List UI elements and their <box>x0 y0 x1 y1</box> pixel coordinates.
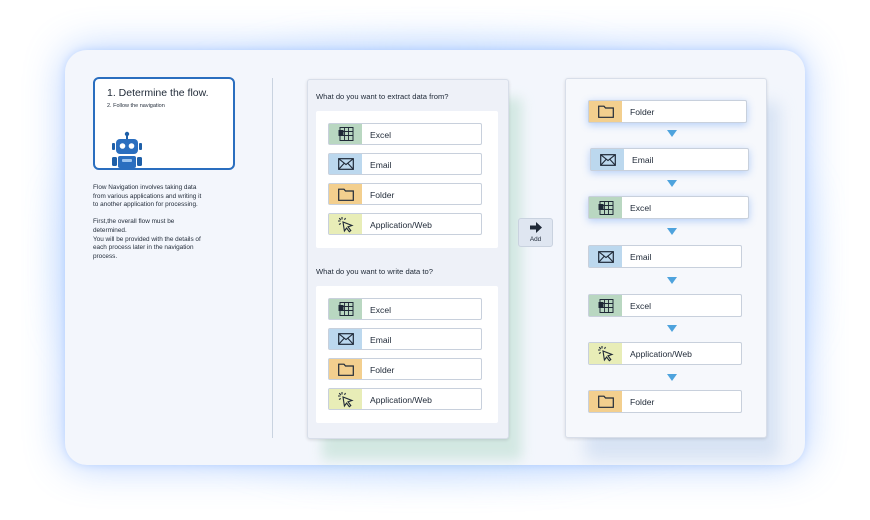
option-label: Email <box>370 160 392 170</box>
extract-question: What do you want to extract data from? <box>316 92 449 101</box>
cursor-click-icon <box>589 343 622 364</box>
folder-icon <box>589 391 622 412</box>
folder-icon <box>329 359 362 379</box>
arrow-right-icon <box>530 222 542 233</box>
write-option-folder[interactable]: Folder <box>328 358 482 380</box>
folder-icon <box>329 184 362 204</box>
option-label: Application/Web <box>370 395 432 405</box>
excel-icon <box>589 295 622 316</box>
flow-step-excel[interactable]: Excel <box>588 196 749 219</box>
extract-option-excel[interactable]: Excel <box>328 123 482 145</box>
flow-step-folder-2[interactable]: Folder <box>588 390 742 413</box>
flow-arrow-down <box>667 374 677 381</box>
option-label: Application/Web <box>370 220 432 230</box>
flow-arrow-down <box>667 180 677 187</box>
extract-option-application-web[interactable]: Application/Web <box>328 213 482 235</box>
option-label: Excel <box>370 130 392 140</box>
flow-step-label: Application/Web <box>630 349 692 359</box>
add-button[interactable]: Add <box>518 218 553 247</box>
flow-arrow-down <box>667 228 677 235</box>
extract-option-folder[interactable]: Folder <box>328 183 482 205</box>
option-label: Email <box>370 335 392 345</box>
excel-icon <box>329 124 362 144</box>
robot-icon <box>112 131 142 168</box>
email-icon <box>589 246 622 267</box>
cursor-click-icon <box>329 214 362 234</box>
flow-step-folder[interactable]: Folder <box>588 100 747 123</box>
option-label: Folder <box>370 365 395 375</box>
email-icon <box>329 154 362 174</box>
cursor-click-icon <box>329 389 362 409</box>
flow-step-label: Folder <box>630 397 655 407</box>
email-icon <box>329 329 362 349</box>
flow-step-email-2[interactable]: Email <box>588 245 742 268</box>
flow-step-label: Excel <box>630 203 652 213</box>
extract-option-email[interactable]: Email <box>328 153 482 175</box>
write-option-application-web[interactable]: Application/Web <box>328 388 482 410</box>
flow-arrow-down <box>667 277 677 284</box>
write-option-email[interactable]: Email <box>328 328 482 350</box>
flow-step-label: Email <box>630 252 652 262</box>
vertical-divider <box>272 78 273 438</box>
flow-step-label: Folder <box>630 107 655 117</box>
flow-step-application-web[interactable]: Application/Web <box>588 342 742 365</box>
flow-arrow-down <box>667 130 677 137</box>
flow-step-email[interactable]: Email <box>590 148 749 171</box>
flow-step-label: Email <box>632 155 654 165</box>
excel-icon <box>589 197 622 218</box>
write-question: What do you want to write data to? <box>316 267 433 276</box>
add-button-label: Add <box>529 236 542 243</box>
flow-step-label: Excel <box>630 301 652 311</box>
option-label: Folder <box>370 190 395 200</box>
intro-subtitle: 2. Follow the navigation <box>107 103 165 109</box>
excel-icon <box>329 299 362 319</box>
intro-description: Flow Navigation involves taking data fro… <box>93 184 202 260</box>
flow-arrow-down <box>667 325 677 332</box>
intro-title: 1. Determine the flow. <box>107 87 209 99</box>
write-option-excel[interactable]: Excel <box>328 298 482 320</box>
flow-step-excel-2[interactable]: Excel <box>588 294 742 317</box>
folder-icon <box>589 101 622 122</box>
option-label: Excel <box>370 305 392 315</box>
intro-box: 1. Determine the flow. 2. Follow the nav… <box>93 77 235 170</box>
email-icon <box>591 149 624 170</box>
